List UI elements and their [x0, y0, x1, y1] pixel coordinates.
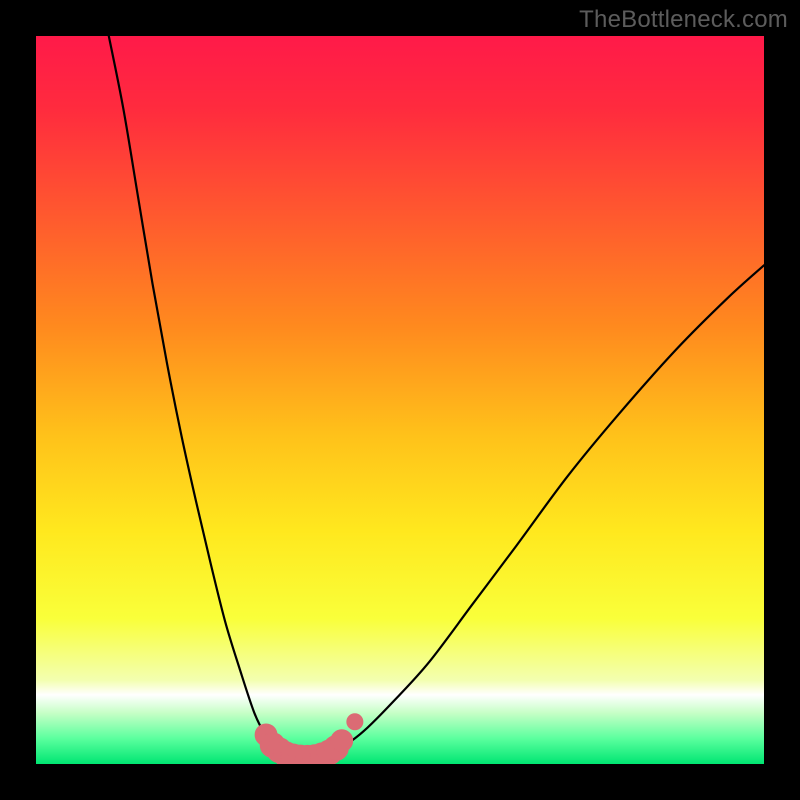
- curve-left-branch: [109, 36, 276, 749]
- plot-area: [36, 36, 764, 764]
- curve-layer: [36, 36, 764, 764]
- watermark-text: TheBottleneck.com: [579, 6, 788, 34]
- valley-marker: [331, 730, 353, 752]
- valley-marker: [347, 714, 363, 730]
- chart-frame: TheBottleneck.com: [0, 0, 800, 800]
- curve-right-branch: [342, 265, 764, 748]
- valley-markers: [255, 714, 363, 764]
